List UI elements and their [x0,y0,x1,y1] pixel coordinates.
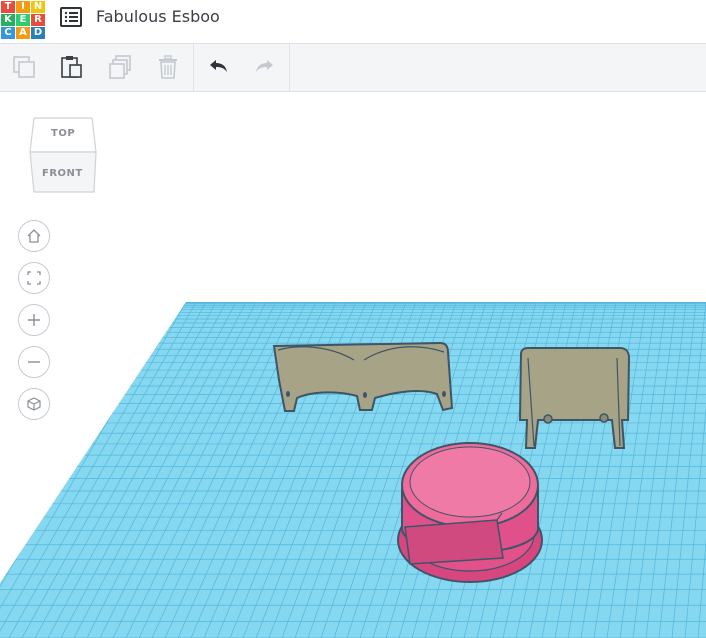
logo-letter: D [31,27,45,39]
workplane-viewport[interactable]: TOP FRONT [0,92,706,638]
fit-view-icon [27,271,41,285]
logo-letter: E [16,14,30,26]
home-view-button[interactable] [18,220,50,252]
logo-letter: A [16,27,30,39]
perspective-icon [27,397,41,411]
logo-letter: I [16,1,30,13]
paste-icon[interactable] [56,53,86,81]
toolbar-divider [193,44,194,91]
home-icon [27,229,41,243]
undo-icon[interactable] [203,53,233,81]
logo-letter: K [1,14,15,26]
logo-letter: T [1,1,15,13]
edit-toolbar [0,44,706,92]
logo-letter: C [1,27,15,39]
workplane-scene[interactable] [0,92,706,638]
viewcube-top-face[interactable]: TOP [51,128,75,139]
zoom-out-button[interactable] [18,346,50,378]
zoom-out-icon [28,361,40,363]
zoom-in-button[interactable] [18,304,50,336]
view-cube[interactable]: TOP FRONT [28,116,100,198]
top-header: TIN KER CAD Fabulous Esboo [0,0,706,44]
duplicate-icon[interactable] [105,53,135,81]
viewcube-front-face[interactable]: FRONT [42,168,83,179]
logo-letter: R [31,14,45,26]
toolbar-divider [289,44,290,91]
cylinder-object[interactable] [397,442,543,583]
copy-icon[interactable] [9,53,39,81]
fit-view-button[interactable] [18,262,50,294]
redo-icon[interactable] [250,53,280,81]
perspective-button[interactable] [18,388,50,420]
document-title[interactable]: Fabulous Esboo [96,7,220,26]
logo-letter: N [31,1,45,13]
delete-icon[interactable] [153,53,183,81]
zoom-in-icon [28,314,40,326]
tinkercad-logo[interactable]: TIN KER CAD [1,0,46,40]
list-icon[interactable] [60,7,82,27]
